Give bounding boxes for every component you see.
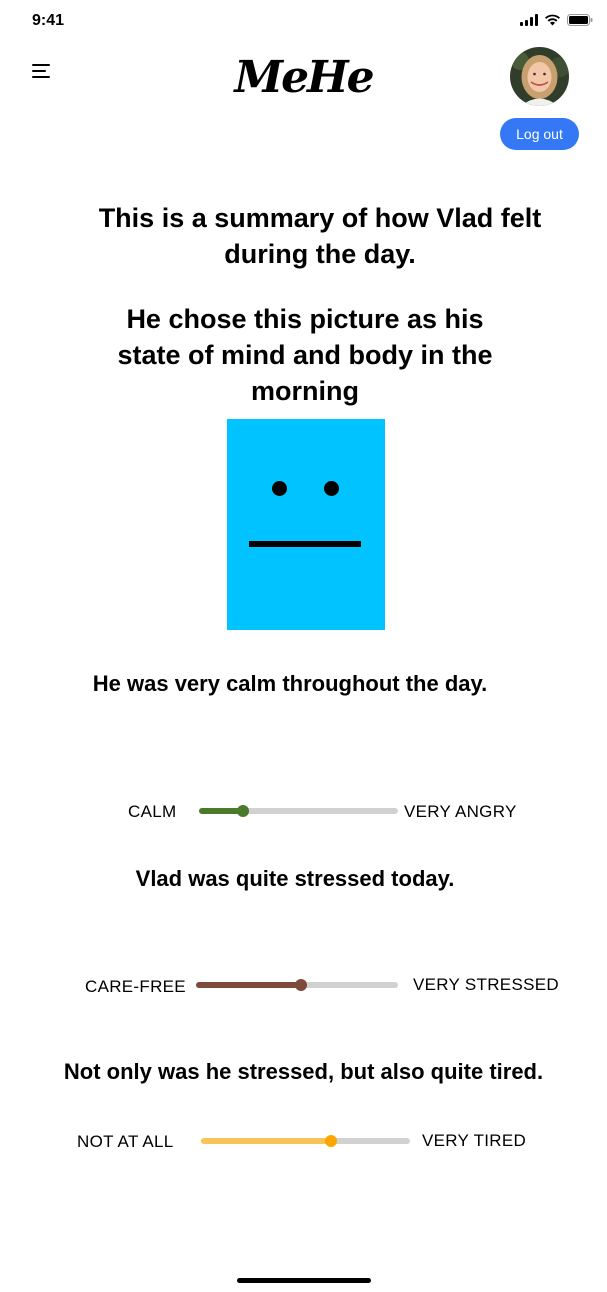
avatar-image <box>510 47 569 106</box>
tired-slider-min-label: NOT AT ALL <box>77 1132 174 1151</box>
cellular-signal-icon <box>520 14 538 26</box>
slider-thumb[interactable] <box>295 979 308 991</box>
slider-thumb[interactable] <box>324 1135 337 1147</box>
wifi-icon <box>545 14 560 26</box>
logout-button[interactable]: Log out <box>500 118 579 150</box>
neutral-face-picture <box>227 419 385 630</box>
calm-slider-max-label: VERY ANGRY <box>404 802 517 821</box>
stress-slider-max-label: VERY STRESSED <box>413 975 559 994</box>
home-indicator[interactable] <box>237 1278 371 1283</box>
tired-slider-max-label: VERY TIRED <box>422 1131 527 1150</box>
slider-thumb[interactable] <box>236 805 249 817</box>
calm-slider-min-label: CALM <box>128 802 177 821</box>
battery-icon <box>567 14 593 26</box>
face-mouth <box>249 541 361 547</box>
status-icons <box>520 14 593 26</box>
summary-heading: This is a summary of how Vlad felt durin… <box>98 203 542 269</box>
face-right-eye <box>324 481 339 496</box>
stress-slider[interactable] <box>196 979 398 991</box>
avatar[interactable] <box>510 47 569 106</box>
status-time: 9:41 <box>32 12 65 29</box>
slider-fill <box>196 982 302 988</box>
stress-slider-min-label: CARE-FREE <box>85 977 186 996</box>
anger-slider[interactable] <box>199 805 398 817</box>
tiredness-slider[interactable] <box>201 1135 410 1147</box>
calm-summary-text: He was very calm throughout the day. <box>92 671 488 696</box>
picture-description: He chose this picture as his state of mi… <box>117 304 493 406</box>
stress-summary-text: Vlad was quite stressed today. <box>135 866 455 891</box>
tiredness-summary-text: Not only was he stressed, but also quite… <box>63 1059 544 1084</box>
slider-fill <box>201 1138 331 1144</box>
face-left-eye <box>272 481 287 496</box>
